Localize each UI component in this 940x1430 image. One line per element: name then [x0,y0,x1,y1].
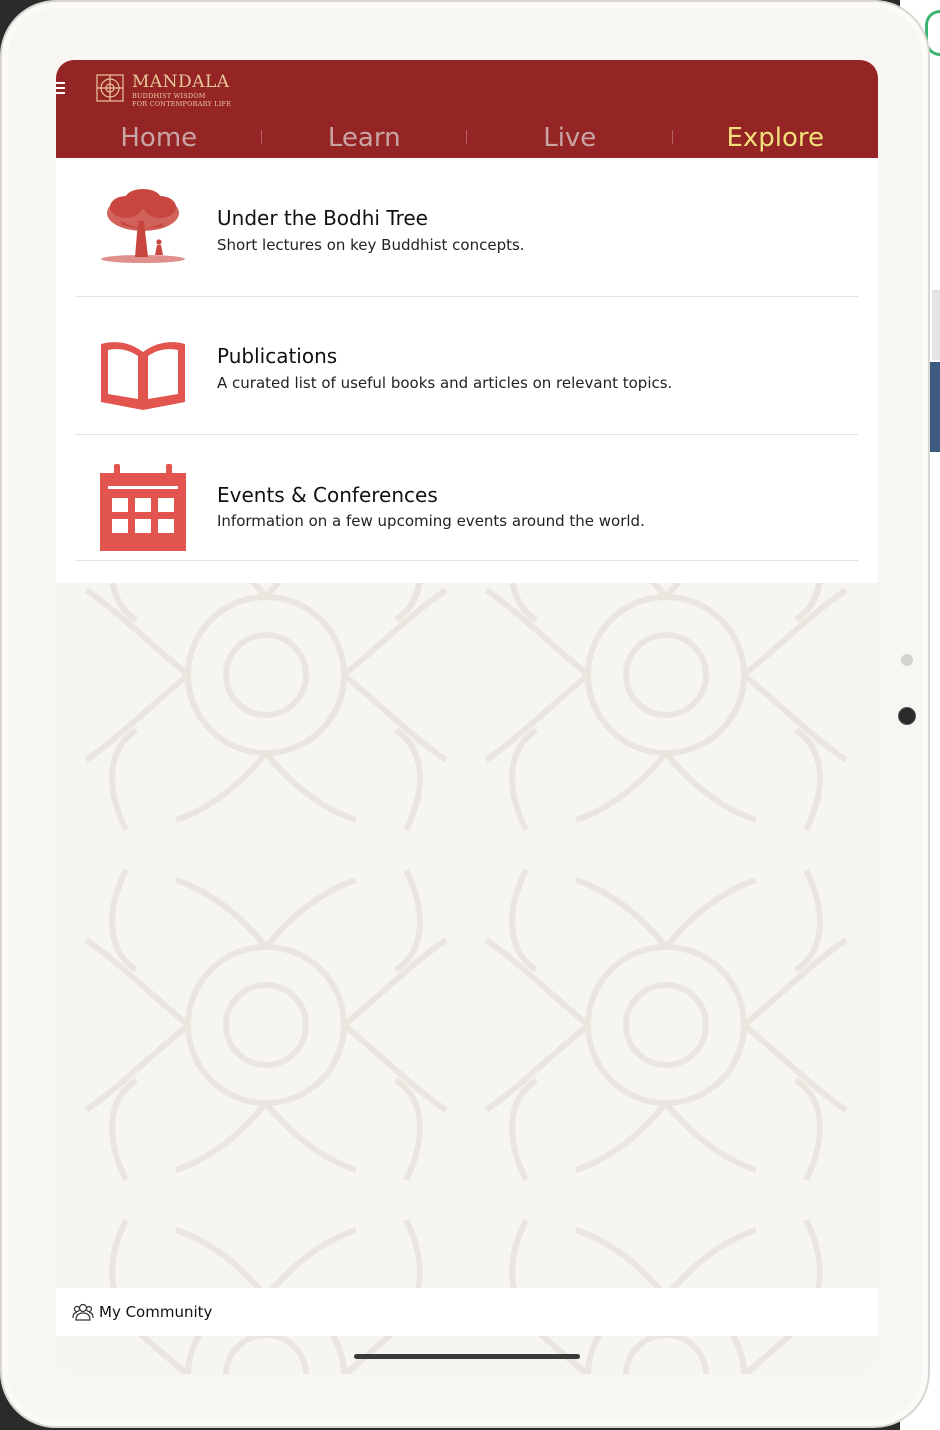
mandala-logo-icon [96,74,124,102]
mandala-logo[interactable]: MANDALA BUDDHIST WISDOM FOR CONTEMPORARY… [94,72,284,108]
home-indicator-bar[interactable] [354,1354,580,1359]
item-description: Short lectures on key Buddhist concepts. [217,236,525,254]
book-icon [101,342,185,410]
tab-live[interactable]: Live [467,120,673,158]
item-description: Information on a few upcoming events aro… [217,512,645,530]
tablet-sensor [901,654,913,666]
desktop-panel [932,290,940,360]
tab-learn[interactable]: Learn [262,120,467,158]
people-icon [72,1303,94,1321]
list-item-events[interactable]: Events & Conferences Information on a fe… [75,434,858,561]
item-title: Events & Conferences [217,483,438,507]
app-screen: MANDALA BUDDHIST WISDOM FOR CONTEMPORARY… [56,60,878,1374]
list-item-bodhi-tree[interactable]: Under the Bodhi Tree Short lectures on k… [75,158,858,297]
tab-home[interactable]: Home [56,120,262,158]
hamburger-menu-icon[interactable] [56,82,68,96]
tab-learn-label: Learn [327,123,401,153]
calendar-icon [100,464,186,551]
tablet-frame: MANDALA BUDDHIST WISDOM FOR CONTEMPORARY… [0,0,930,1428]
tablet-camera [898,707,916,725]
tab-live-label: Live [543,123,597,153]
main-tab-bar: Home Learn Live Explore [56,120,878,158]
tab-home-label: Home [120,123,198,153]
app-header: MANDALA BUDDHIST WISDOM FOR CONTEMPORARY… [56,60,878,158]
logo-subtitle-line-1: BUDDHIST WISDOM [132,92,206,100]
tab-explore-label: Explore [726,123,825,153]
desktop-panel-highlight [930,362,940,452]
list-item-publications[interactable]: Publications A curated list of useful bo… [75,296,858,435]
logo-title: MANDALA [132,72,230,92]
bodhi-tree-icon [101,189,185,263]
tab-explore[interactable]: Explore [673,120,879,158]
item-description: A curated list of useful books and artic… [217,374,673,392]
my-community-bar[interactable]: My Community [56,1288,878,1336]
explore-list: Under the Bodhi Tree Short lectures on k… [56,158,878,583]
item-title: Publications [217,344,338,368]
my-community-label: My Community [99,1303,213,1321]
logo-subtitle-line-2: FOR CONTEMPORARY LIFE [132,100,232,108]
item-title: Under the Bodhi Tree [217,206,428,230]
